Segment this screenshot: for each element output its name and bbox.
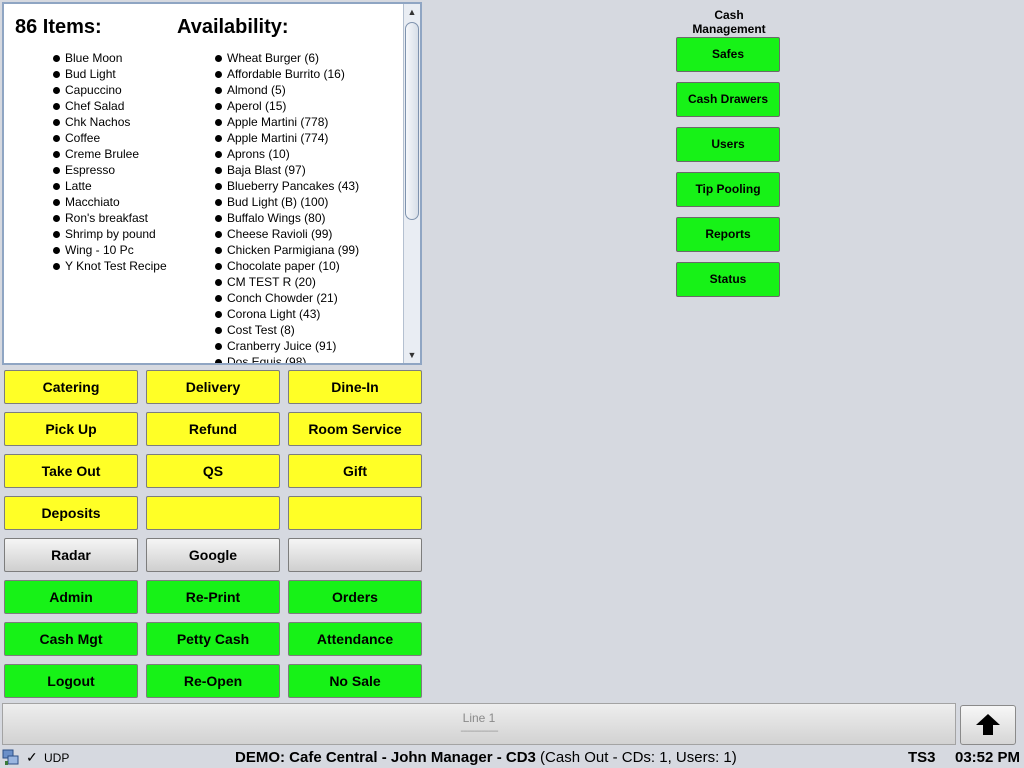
availability-list-entry: Wheat Burger (6) (215, 50, 359, 66)
tip-pooling-button[interactable]: Tip Pooling (676, 172, 780, 207)
availability-list-entry: Chicken Parmigiana (99) (215, 242, 359, 258)
refund-button[interactable]: Refund (146, 412, 280, 446)
item-list-entry: Macchiato (53, 194, 167, 210)
availability-list-entry: Apple Martini (774) (215, 130, 359, 146)
logout-button[interactable]: Logout (4, 664, 138, 698)
session-detail: (Cash Out - CDs: 1, Users: 1) (540, 749, 737, 766)
info-panel[interactable]: 86 Items: Availability: Blue Moon Bud Lig… (2, 2, 422, 365)
item-list-entry: Coffee (53, 130, 167, 146)
items-title: 86 Items: (15, 16, 102, 38)
availability-list-entry: Blueberry Pancakes (43) (215, 178, 359, 194)
availability-list-entry: Apple Martini (778) (215, 114, 359, 130)
item-list-entry: Espresso (53, 162, 167, 178)
availability-list-entry: Cost Test (8) (215, 322, 359, 338)
item-list-entry: Blue Moon (53, 50, 167, 66)
availability-list-entry: Aprons (10) (215, 146, 359, 162)
gift-button[interactable]: Gift (288, 454, 422, 488)
availability-list-entry: Dos Equis (98) (215, 354, 359, 363)
availability-list-entry: Baja Blast (97) (215, 162, 359, 178)
clock: 03:52 PM (955, 749, 1021, 766)
no-sale-button[interactable]: No Sale (288, 664, 422, 698)
cash-management-title: Cash Management (692, 8, 766, 36)
item-list-entry: Shrimp by pound (53, 226, 167, 242)
reports-button[interactable]: Reports (676, 217, 780, 252)
availability-list: Wheat Burger (6) Affordable Burrito (16) A… (215, 50, 359, 363)
session-info: DEMO: Cafe Central - John Manager - CD3 (235, 749, 536, 766)
re-open-button[interactable]: Re-Open (146, 664, 280, 698)
blank-button-3[interactable] (288, 538, 422, 572)
scrollbar[interactable]: ▲ ▼ (403, 4, 420, 363)
blank-button-1[interactable] (146, 496, 280, 530)
udp-label: UDP (44, 751, 70, 765)
line-separator: ---------------- (460, 726, 498, 737)
qs-button[interactable]: QS (146, 454, 280, 488)
dine-in-button[interactable]: Dine-In (288, 370, 422, 404)
availability-title: Availability: (177, 16, 289, 38)
attendance-button[interactable]: Attendance (288, 622, 422, 656)
item-list-entry: Capuccino (53, 82, 167, 98)
item-list-entry: Chef Salad (53, 98, 167, 114)
up-arrow-icon (976, 714, 1000, 735)
availability-list-entry: Affordable Burrito (16) (215, 66, 359, 82)
scroll-thumb[interactable] (405, 22, 419, 220)
admin-button[interactable]: Admin (4, 580, 138, 614)
up-arrow-button[interactable] (960, 705, 1016, 745)
take-out-button[interactable]: Take Out (4, 454, 138, 488)
cash-mgt-button[interactable]: Cash Mgt (4, 622, 138, 656)
google-button[interactable]: Google (146, 538, 280, 572)
deposits-button[interactable]: Deposits (4, 496, 138, 530)
catering-button[interactable]: Catering (4, 370, 138, 404)
orders-button[interactable]: Orders (288, 580, 422, 614)
item-list-entry: Creme Brulee (53, 146, 167, 162)
users-button[interactable]: Users (676, 127, 780, 162)
pick-up-button[interactable]: Pick Up (4, 412, 138, 446)
item-list-entry: Latte (53, 178, 167, 194)
availability-list-entry: Aperol (15) (215, 98, 359, 114)
radar-button[interactable]: Radar (4, 538, 138, 572)
status-bar: ✓ UDP DEMO: Cafe Central - John Manager … (0, 747, 1024, 768)
line-label: Line 1 (462, 711, 496, 725)
item-list-entry: Wing - 10 Pc (53, 242, 167, 258)
availability-list-entry: Conch Chowder (21) (215, 290, 359, 306)
availability-list-entry: Cheese Ravioli (99) (215, 226, 359, 242)
blank-button-2[interactable] (288, 496, 422, 530)
delivery-button[interactable]: Delivery (146, 370, 280, 404)
item-list-entry: Y Knot Test Recipe (53, 258, 167, 274)
availability-list-entry: Cranberry Juice (91) (215, 338, 359, 354)
availability-list-entry: Almond (5) (215, 82, 359, 98)
petty-cash-button[interactable]: Petty Cash (146, 622, 280, 656)
availability-list-entry: CM TEST R (20) (215, 274, 359, 290)
safes-button[interactable]: Safes (676, 37, 780, 72)
room-service-button[interactable]: Room Service (288, 412, 422, 446)
cash-drawers-button[interactable]: Cash Drawers (676, 82, 780, 117)
scroll-up-icon[interactable]: ▲ (404, 4, 420, 20)
status-main: DEMO: Cafe Central - John Manager - CD3 … (235, 749, 737, 766)
network-icon[interactable] (2, 749, 20, 766)
item-list-entry: Ron's breakfast (53, 210, 167, 226)
availability-list-entry: Corona Light (43) (215, 306, 359, 322)
terminal-id: TS3 (908, 749, 936, 766)
status-button[interactable]: Status (676, 262, 780, 297)
availability-list-entry: Bud Light (B) (100) (215, 194, 359, 210)
item-list-entry: Bud Light (53, 66, 167, 82)
items-list: Blue Moon Bud Light Capuccino Chef Salad Chk… (53, 50, 167, 274)
re-print-button[interactable]: Re-Print (146, 580, 280, 614)
order-line-bar[interactable]: Line 1 ---------------- (2, 703, 956, 745)
udp-check-icon: ✓ (26, 749, 38, 765)
item-list-entry: Chk Nachos (53, 114, 167, 130)
scroll-down-icon[interactable]: ▼ (404, 347, 420, 363)
availability-list-entry: Buffalo Wings (80) (215, 210, 359, 226)
availability-list-entry: Chocolate paper (10) (215, 258, 359, 274)
